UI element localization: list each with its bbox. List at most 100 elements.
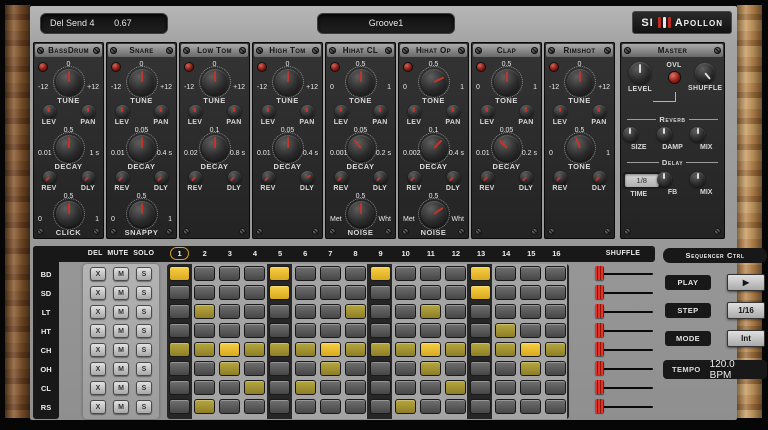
step-button-bd-16[interactable]	[545, 266, 566, 281]
channel-knob[interactable]	[335, 171, 348, 184]
channel-knob[interactable]	[520, 105, 533, 118]
step-button-cl-14[interactable]	[495, 380, 516, 395]
step-button-sd-5[interactable]	[269, 285, 290, 300]
step-button-bd-11[interactable]	[420, 266, 441, 281]
delete-button-oh[interactable]: X	[90, 362, 106, 376]
step-button-sd-16[interactable]	[545, 285, 566, 300]
step-button-lt-15[interactable]	[520, 304, 541, 319]
channel-knob[interactable]	[202, 69, 228, 95]
mute-button-oh[interactable]: M	[113, 362, 129, 376]
channel-knob[interactable]	[275, 69, 301, 95]
step-button-sd-3[interactable]	[219, 285, 240, 300]
channel-knob[interactable]	[155, 171, 168, 184]
step-button-lt-11[interactable]	[420, 304, 441, 319]
channel-knob[interactable]	[56, 201, 82, 227]
step-button-ht-7[interactable]	[320, 323, 341, 338]
solo-button-ht[interactable]: S	[136, 324, 152, 338]
step-button-rs-2[interactable]	[194, 399, 215, 414]
channel-knob[interactable]	[301, 105, 314, 118]
slider-handle[interactable]	[595, 323, 604, 337]
delete-button-bd[interactable]: X	[90, 267, 106, 281]
step-button-ch-16[interactable]	[545, 342, 566, 357]
step-button-rs-3[interactable]	[219, 399, 240, 414]
channel-knob[interactable]	[189, 171, 202, 184]
channel-knob[interactable]	[567, 69, 593, 95]
mode-value-button[interactable]: Int	[727, 330, 765, 347]
step-button-ch-1[interactable]	[169, 342, 190, 357]
step-button-ch-7[interactable]	[320, 342, 341, 357]
step-button-oh-8[interactable]	[345, 361, 366, 376]
step-button-sd-14[interactable]	[495, 285, 516, 300]
preset-display[interactable]: Groove1	[317, 13, 455, 34]
step-button-ht-15[interactable]	[520, 323, 541, 338]
step-button-sd-7[interactable]	[320, 285, 341, 300]
mute-button-sd[interactable]: M	[113, 286, 129, 300]
delete-button-ch[interactable]: X	[90, 343, 106, 357]
fb-knob[interactable]	[657, 172, 672, 187]
step-button-cl-4[interactable]	[244, 380, 265, 395]
channel-knob[interactable]	[43, 171, 56, 184]
solo-button-sd[interactable]: S	[136, 286, 152, 300]
step-button-lt-6[interactable]	[295, 304, 316, 319]
slider-handle[interactable]	[595, 361, 604, 375]
channel-knob[interactable]	[494, 135, 520, 161]
step-value-button[interactable]: 1/16	[727, 302, 765, 319]
slider-handle[interactable]	[595, 285, 604, 299]
step-button-lt-4[interactable]	[244, 304, 265, 319]
delete-button-rs[interactable]: X	[90, 400, 106, 414]
channel-knob[interactable]	[228, 171, 241, 184]
mute-button-rs[interactable]: M	[113, 400, 129, 414]
delete-button-sd[interactable]: X	[90, 286, 106, 300]
step-button-cl-7[interactable]	[320, 380, 341, 395]
step-button-cl-1[interactable]	[169, 380, 190, 395]
channel-knob[interactable]	[481, 105, 494, 118]
reverb-mix-knob[interactable]	[690, 127, 705, 142]
step-button-sd-1[interactable]	[169, 285, 190, 300]
step-button-lt-10[interactable]	[395, 304, 416, 319]
step-button-bd-15[interactable]	[520, 266, 541, 281]
step-button-lt-9[interactable]	[370, 304, 391, 319]
step-button-ht-12[interactable]	[445, 323, 466, 338]
step-button-ch-6[interactable]	[295, 342, 316, 357]
step-button-lt-8[interactable]	[345, 304, 366, 319]
step-button-oh-1[interactable]	[169, 361, 190, 376]
step-button-sd-12[interactable]	[445, 285, 466, 300]
step-button-oh-4[interactable]	[244, 361, 265, 376]
step-button-rs-6[interactable]	[295, 399, 316, 414]
step-button-bd-2[interactable]	[194, 266, 215, 281]
step-button-bd-8[interactable]	[345, 266, 366, 281]
channel-knob[interactable]	[262, 171, 275, 184]
step-button-lt-3[interactable]	[219, 304, 240, 319]
step-button-rs-9[interactable]	[370, 399, 391, 414]
damp-knob[interactable]	[657, 127, 672, 142]
step-button-ch-5[interactable]	[269, 342, 290, 357]
step-button-rs-16[interactable]	[545, 399, 566, 414]
step-button-oh-16[interactable]	[545, 361, 566, 376]
solo-button-lt[interactable]: S	[136, 305, 152, 319]
step-button-lt-7[interactable]	[320, 304, 341, 319]
step-button-cl-16[interactable]	[545, 380, 566, 395]
step-button-sd-2[interactable]	[194, 285, 215, 300]
step-button-ch-4[interactable]	[244, 342, 265, 357]
channel-knob[interactable]	[408, 105, 421, 118]
step-button-sd-4[interactable]	[244, 285, 265, 300]
step-button-ch-13[interactable]	[470, 342, 491, 357]
step-button-ht-3[interactable]	[219, 323, 240, 338]
step-button-bd-14[interactable]	[495, 266, 516, 281]
step-button-sd-11[interactable]	[420, 285, 441, 300]
solo-button-rs[interactable]: S	[136, 400, 152, 414]
step-button-rs-12[interactable]	[445, 399, 466, 414]
step-button-bd-6[interactable]	[295, 266, 316, 281]
step-button-rs-10[interactable]	[395, 399, 416, 414]
step-button-oh-12[interactable]	[445, 361, 466, 376]
channel-knob[interactable]	[335, 105, 348, 118]
delete-button-lt[interactable]: X	[90, 305, 106, 319]
step-button-lt-12[interactable]	[445, 304, 466, 319]
channel-knob[interactable]	[189, 105, 202, 118]
step-button-lt-1[interactable]	[169, 304, 190, 319]
channel-knob[interactable]	[554, 171, 567, 184]
level-knob[interactable]	[629, 62, 651, 84]
step-button-rs-5[interactable]	[269, 399, 290, 414]
step-button-oh-9[interactable]	[370, 361, 391, 376]
channel-knob[interactable]	[43, 105, 56, 118]
